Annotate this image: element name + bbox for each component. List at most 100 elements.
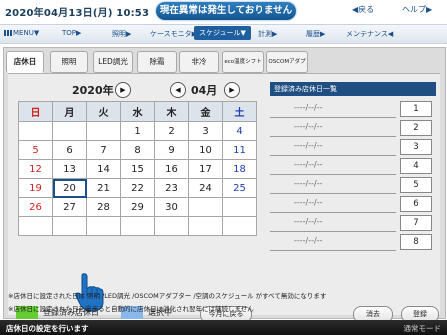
- calendar-day[interactable]: 4: [222, 121, 257, 141]
- calendar-day[interactable]: 7: [86, 140, 121, 160]
- list-date: ----/--/--: [294, 160, 323, 169]
- calendar-day[interactable]: 5: [18, 140, 53, 160]
- nav-measure[interactable]: 計測▶: [258, 29, 277, 39]
- grid-icon: [4, 30, 13, 36]
- list-number-button[interactable]: 5: [400, 177, 432, 193]
- calendar-day[interactable]: 23: [154, 178, 189, 198]
- current-datetime: 2020年04月13日(月) 10:53: [5, 8, 150, 19]
- registered-list-header: 登録済み店休日一覧: [270, 82, 436, 96]
- list-date: ----/--/--: [294, 103, 323, 112]
- weekday-header: 日: [18, 101, 53, 122]
- nav-history[interactable]: 履歴▶: [306, 29, 325, 39]
- tab-defrost[interactable]: 除霜: [137, 51, 177, 73]
- list-date: ----/--/--: [294, 217, 323, 226]
- list-date: ----/--/--: [294, 122, 323, 131]
- list-number-button[interactable]: 6: [400, 196, 432, 212]
- weekday-header: 火: [86, 101, 121, 122]
- calendar-day[interactable]: 22: [120, 178, 155, 198]
- tab-holiday[interactable]: 店休日: [6, 51, 44, 73]
- note-line-2: ※店休日に設定された日を過ぎると自動的に店休日は消化され翌年には継続しません: [8, 305, 254, 313]
- calendar-day[interactable]: 10: [188, 140, 223, 160]
- calendar-day: [222, 216, 257, 236]
- list-item: ----/--/-- 6: [270, 196, 436, 213]
- calendar-day[interactable]: 18: [222, 159, 257, 179]
- calendar-day[interactable]: 26: [18, 197, 53, 217]
- list-item: ----/--/-- 4: [270, 158, 436, 175]
- calendar-day[interactable]: 25: [222, 178, 257, 198]
- calendar-day: [52, 216, 87, 236]
- calendar-day-selected[interactable]: 20: [52, 178, 87, 198]
- list-number-button[interactable]: 8: [400, 234, 432, 250]
- list-number-button[interactable]: 1: [400, 101, 432, 117]
- year-label: 2020年: [72, 84, 114, 97]
- calendar-day[interactable]: 13: [52, 159, 87, 179]
- list-divider: [270, 155, 396, 156]
- calendar-day[interactable]: 3: [188, 121, 223, 141]
- list-item: ----/--/-- 1: [270, 101, 436, 118]
- calendar-day[interactable]: 19: [18, 178, 53, 198]
- calendar-day[interactable]: 24: [188, 178, 223, 198]
- calendar-grid: 日 月 火 水 木 金 土 1 2 3 4 5 6 7 8 9 10 11 12…: [18, 101, 257, 236]
- status-footer: 店休日の設定を行います 通常モード: [0, 320, 447, 335]
- status-banner: 現在異常は発生しておりません: [156, 2, 296, 20]
- weekday-header: 水: [120, 101, 155, 122]
- calendar-day: [86, 121, 121, 141]
- list-divider: [270, 117, 396, 118]
- calendar-day[interactable]: 27: [52, 197, 87, 217]
- month-prev-button[interactable]: ◀: [170, 82, 186, 98]
- list-item: ----/--/-- 7: [270, 215, 436, 232]
- calendar-day[interactable]: 14: [86, 159, 121, 179]
- calendar-day[interactable]: 21: [86, 178, 121, 198]
- back-link[interactable]: ◀戻る: [352, 4, 374, 15]
- calendar-day[interactable]: 28: [86, 197, 121, 217]
- list-number-button[interactable]: 3: [400, 139, 432, 155]
- tab-lighting[interactable]: 照明: [50, 51, 88, 73]
- nav-top[interactable]: TOP▶: [62, 29, 81, 37]
- list-item: ----/--/-- 3: [270, 139, 436, 156]
- list-divider: [270, 212, 396, 213]
- nav-schedule[interactable]: スケジュール▼: [194, 26, 251, 40]
- calendar-day[interactable]: 2: [154, 121, 189, 141]
- help-link[interactable]: ヘルプ▶: [402, 4, 432, 15]
- calendar-day[interactable]: 17: [188, 159, 223, 179]
- calendar-day[interactable]: 30: [154, 197, 189, 217]
- list-divider: [270, 250, 396, 251]
- list-divider: [270, 136, 396, 137]
- nav-maintenance[interactable]: メンテナンス◀: [346, 29, 393, 39]
- tab-eco-shift[interactable]: eco温度シフト: [222, 51, 264, 73]
- calendar-day[interactable]: 6: [52, 140, 87, 160]
- tab-led-dimming[interactable]: LED調光: [93, 51, 133, 73]
- list-number-button[interactable]: 2: [400, 120, 432, 136]
- nav-case-monitor[interactable]: ケースモニタ▶: [150, 29, 197, 39]
- main-panel: 店休日 照明 LED調光 除霜 非冷 eco温度シフト OSCOMアダプタ 20…: [3, 47, 446, 323]
- weekday-header: 月: [52, 101, 87, 122]
- calendar-day[interactable]: 29: [120, 197, 155, 217]
- calendar-day[interactable]: 9: [154, 140, 189, 160]
- nav-menu[interactable]: MENU▼: [4, 29, 39, 37]
- calendar-day: [86, 216, 121, 236]
- calendar-day: [154, 216, 189, 236]
- tab-non-cooling[interactable]: 非冷: [179, 51, 219, 73]
- calendar-day[interactable]: 8: [120, 140, 155, 160]
- list-divider: [270, 231, 396, 232]
- list-item: ----/--/-- 8: [270, 234, 436, 251]
- calendar-day[interactable]: 12: [18, 159, 53, 179]
- month-next-button[interactable]: ▶: [224, 82, 240, 98]
- calendar-day: [222, 197, 257, 217]
- list-number-button[interactable]: 4: [400, 158, 432, 174]
- list-number-button[interactable]: 7: [400, 215, 432, 231]
- year-next-button[interactable]: ▶: [115, 82, 131, 98]
- calendar-day[interactable]: 1: [120, 121, 155, 141]
- calendar-day[interactable]: 15: [120, 159, 155, 179]
- list-item: ----/--/-- 5: [270, 177, 436, 194]
- footer-message: 店休日の設定を行います: [6, 324, 89, 333]
- tab-oscom-adapter[interactable]: OSCOMアダプタ: [266, 51, 308, 85]
- weekday-header: 木: [154, 101, 189, 122]
- top-bar: 2020年04月13日(月) 10:53 現在異常は発生しておりません ◀戻る …: [0, 0, 447, 22]
- list-date: ----/--/--: [294, 198, 323, 207]
- calendar-day: [188, 197, 223, 217]
- nav-lighting[interactable]: 照明▶: [112, 29, 131, 39]
- calendar-day[interactable]: 11: [222, 140, 257, 160]
- calendar-day: [18, 216, 53, 236]
- calendar-day[interactable]: 16: [154, 159, 189, 179]
